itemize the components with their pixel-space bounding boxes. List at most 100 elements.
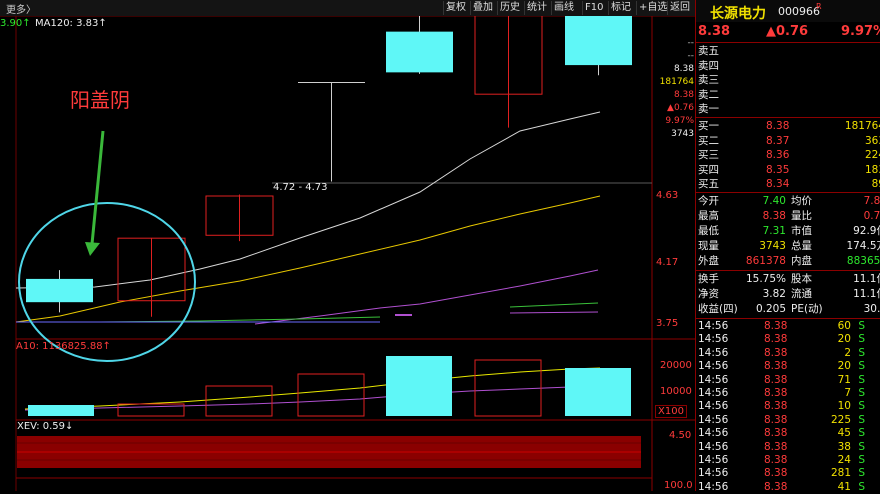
stat-label: 外盘 (698, 255, 719, 267)
tick-volume: 45 (837, 427, 851, 440)
tick-time: 14:56 (698, 346, 729, 359)
tick-price: 8.38 (764, 427, 788, 440)
restore-rights-button[interactable]: 复权 (443, 1, 468, 15)
stat-value: 7.40 (762, 195, 786, 207)
back-button[interactable]: 返回 (667, 1, 692, 15)
tick-price: 8.38 (764, 346, 788, 359)
volume-bar (386, 356, 452, 416)
buy-price: 8.38 (766, 120, 790, 132)
buy-price: 8.37 (766, 134, 790, 147)
buy-row[interactable]: 买三 8.36 224 (696, 148, 880, 163)
buy-row[interactable]: 买四 8.35 183 (696, 163, 880, 178)
tick-price: 8.38 (764, 440, 788, 453)
tick-side: S (858, 467, 865, 480)
buy-row[interactable]: 买一 8.38 181764 (696, 119, 880, 134)
mini-dash-2: -- (687, 51, 695, 61)
tick-volume: 20 (837, 360, 851, 373)
buy-price: 8.34 (766, 178, 790, 190)
tick-row: 14:56 8.38 281 S (696, 467, 880, 480)
tick-price: 8.38 (764, 467, 788, 480)
buy-row[interactable]: 买二 8.37 363 (696, 134, 880, 149)
quote-header: 长源电力 000966 R (696, 0, 880, 22)
annotation-arrow-shaft (90, 130, 105, 245)
buy-label: 买三 (698, 149, 719, 161)
tick-side: S (858, 400, 865, 413)
f10-button[interactable]: F10 (582, 1, 605, 15)
volume-bar (474, 359, 542, 417)
buy-label: 买一 (698, 120, 719, 132)
buy-volume: 89 (871, 178, 880, 190)
kline-chart-area[interactable]: 3.90↑ MA120: 3.83↑ 4.63 4.17 3.75 4.72 -… (0, 16, 695, 491)
mini-current-vol: 3743 (671, 129, 694, 139)
add-watchlist-button[interactable]: +自选 (636, 1, 669, 15)
indicator-label: XEV: 0.59↓ (17, 421, 74, 432)
sell-row: 卖五 (696, 44, 880, 59)
ma-green-line-b (509, 302, 599, 308)
mini-quote-panel: -- -- 8.38 181764 8.38 ▲0.76 9.97% 3743 (656, 38, 694, 142)
stat-label: 量比 (791, 210, 812, 222)
history-button[interactable]: 历史 (497, 1, 522, 15)
ma-purple-line (254, 269, 599, 325)
last-price: 8.38 (698, 24, 731, 39)
tick-time: 14:56 (698, 400, 729, 413)
buy-price: 8.36 (766, 149, 790, 161)
stat-label: 股本 (791, 273, 812, 285)
ma-yellow-line (15, 195, 601, 323)
buy-volume: 183 (864, 163, 880, 176)
tick-row: 14:56 8.38 24 S (696, 454, 880, 467)
sell-label: 卖一 (698, 103, 719, 115)
tick-volume: 60 (837, 320, 851, 332)
stat-row: 最低 7.31 市值 92.9亿 (696, 224, 880, 239)
tick-time: 14:56 (698, 320, 729, 332)
stat-value: 15.75% (745, 273, 786, 285)
price-tick-3: 3.75 (656, 318, 679, 329)
annotation-text: 阳盖阴 (70, 88, 130, 112)
stat-value: 11.1亿 (853, 288, 880, 300)
statistics-button[interactable]: 统计 (524, 1, 549, 15)
more-menu[interactable]: 更多〉 (6, 1, 36, 16)
stat-value: 861378 (745, 255, 786, 267)
tick-volume: 2 (844, 346, 851, 359)
stock-name: 长源电力 (710, 6, 766, 22)
volume-bar (297, 373, 365, 417)
overlay-button[interactable]: 叠加 (470, 1, 495, 15)
candle-body (565, 16, 632, 66)
mini-last: 8.38 (673, 90, 694, 100)
price-tick-2: 4.17 (656, 257, 679, 268)
tick-row: 14:56 8.38 60 S (696, 320, 880, 333)
stat-label: 现量 (698, 240, 719, 252)
tick-volume: 24 (837, 454, 851, 466)
ma-purple-line-b (509, 311, 599, 314)
stat-row: 收益(四) 0.205 PE(动) 30.6 (696, 302, 880, 317)
tick-price: 8.38 (764, 360, 788, 373)
tick-row: 14:56 8.38 20 S (696, 333, 880, 346)
tick-time: 14:56 (698, 427, 729, 440)
stat-value: 3.82 (762, 288, 786, 300)
volume-bar (28, 405, 94, 416)
ma120-label: MA120: 3.83↑ (35, 18, 107, 29)
tick-time: 14:56 (698, 373, 729, 386)
stat-label: 收益(四) (698, 303, 738, 315)
stat-label: 今开 (698, 195, 719, 207)
volume-group (28, 356, 631, 417)
buy-row[interactable]: 买五 8.34 89 (696, 177, 880, 192)
quote-panel: 长源电力 000966 R 8.38 ▲0.76 9.97% 卖五卖四卖三卖二卖… (695, 0, 880, 493)
vol-ma-purple (24, 385, 601, 411)
tick-row: 14:56 8.38 10 S (696, 400, 880, 413)
buy-volume: 363 (864, 134, 880, 147)
mini-price: 8.38 (673, 64, 694, 74)
tick-row: 14:56 8.38 38 S (696, 441, 880, 454)
draw-line-button[interactable]: 画线 (551, 1, 576, 15)
buy-label: 买二 (698, 134, 719, 147)
tick-time: 14:56 (698, 413, 729, 426)
stat-label: PE(动) (791, 303, 823, 315)
sell-label: 卖二 (698, 88, 719, 101)
tick-side: S (858, 346, 865, 359)
buy-label: 买五 (698, 178, 719, 190)
tick-row: 14:56 8.38 2 S (696, 347, 880, 360)
stat-label: 换手 (698, 273, 719, 285)
mark-button[interactable]: 标记 (608, 1, 633, 15)
tick-time: 14:56 (698, 360, 729, 373)
chart-toolbar: 更多〉 复权 叠加 历史 统计 画线 F10 标记 +自选 返回 (0, 0, 695, 17)
tick-side: S (858, 360, 865, 373)
